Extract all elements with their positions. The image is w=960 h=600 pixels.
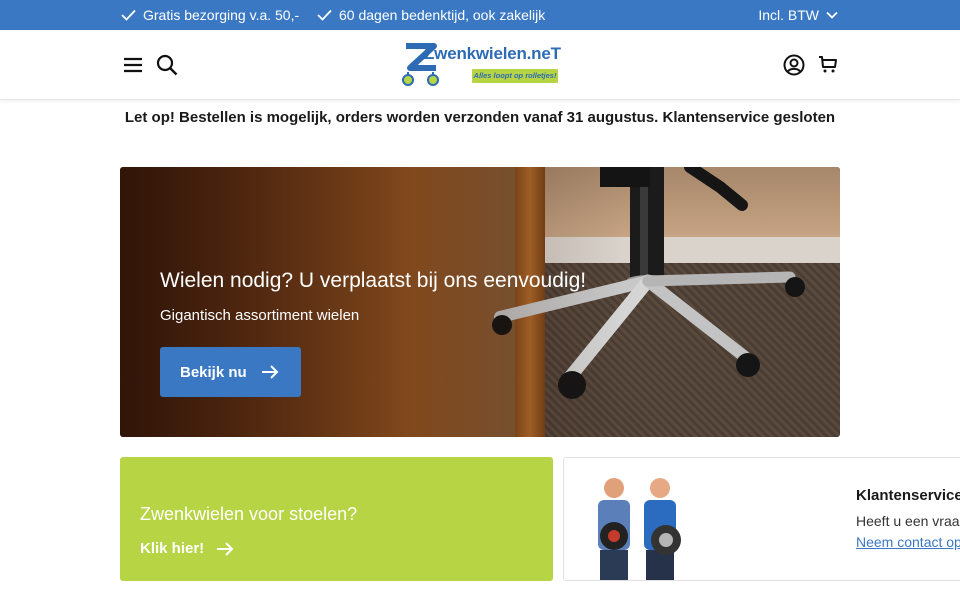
contact-link[interactable]: Neem contact op [856,534,960,550]
search-icon [156,54,178,76]
logo-tagline: Alles loopt op rolletjes! [472,69,558,83]
account-icon [783,54,805,76]
service-staff-image [598,478,681,580]
account-button[interactable] [781,52,807,78]
vat-selector[interactable]: Incl. BTW [758,7,838,23]
service-text: Heeft u een vraag? [856,513,960,529]
check-icon [317,9,332,21]
usp-return-period-text: 60 dagen bedenktijd, ook zakelijk [339,7,546,23]
hero-banner: Wielen nodig? U verplaatst bij ons eenvo… [120,167,840,437]
view-now-button[interactable]: Bekijk nu [160,347,301,397]
customer-service-card: Klantenservice Heeft u een vraag? Neem c… [563,457,960,581]
usp-return-period: 60 dagen bedenktijd, ook zakelijk [317,7,545,23]
service-title: Klantenservice [856,487,960,504]
vat-selector-label: Incl. BTW [758,7,819,23]
arrow-right-icon [217,541,234,556]
menu-button[interactable] [120,52,146,78]
search-button[interactable] [154,52,180,78]
view-now-label: Bekijk nu [180,363,247,381]
check-icon [121,9,136,21]
cart-button[interactable] [815,51,841,77]
promo-title: Zwenkwielen voor stoelen? [140,504,358,524]
top-bar: Gratis bezorging v.a. 50,- 60 dagen bede… [0,0,960,30]
chair-wheels-promo[interactable]: Zwenkwielen voor stoelen? Klik hier! [120,457,553,581]
hero-subtitle: Gigantisch assortiment wielen [160,307,360,324]
menu-icon [124,57,142,73]
site-logo[interactable]: Zwenkwielen.neT Alles loopt op rolletjes… [400,42,562,88]
cart-icon [819,56,837,73]
shipping-notice: Let op! Bestellen is mogelijk, orders wo… [124,109,836,126]
promo-link[interactable]: Klik hier! [140,540,234,557]
usp-free-shipping: Gratis bezorging v.a. 50,- [121,7,299,23]
usp-free-shipping-text: Gratis bezorging v.a. 50,- [143,7,300,23]
logo-text: Zwenkwielen.neT [424,44,561,63]
chevron-down-icon [826,11,838,19]
site-header: Zwenkwielen.neT Alles loopt op rolletjes… [0,30,960,100]
promo-link-label: Klik hier! [140,540,205,557]
hero-title: Wielen nodig? U verplaatst bij ons eenvo… [160,269,587,292]
arrow-right-icon [261,365,279,379]
